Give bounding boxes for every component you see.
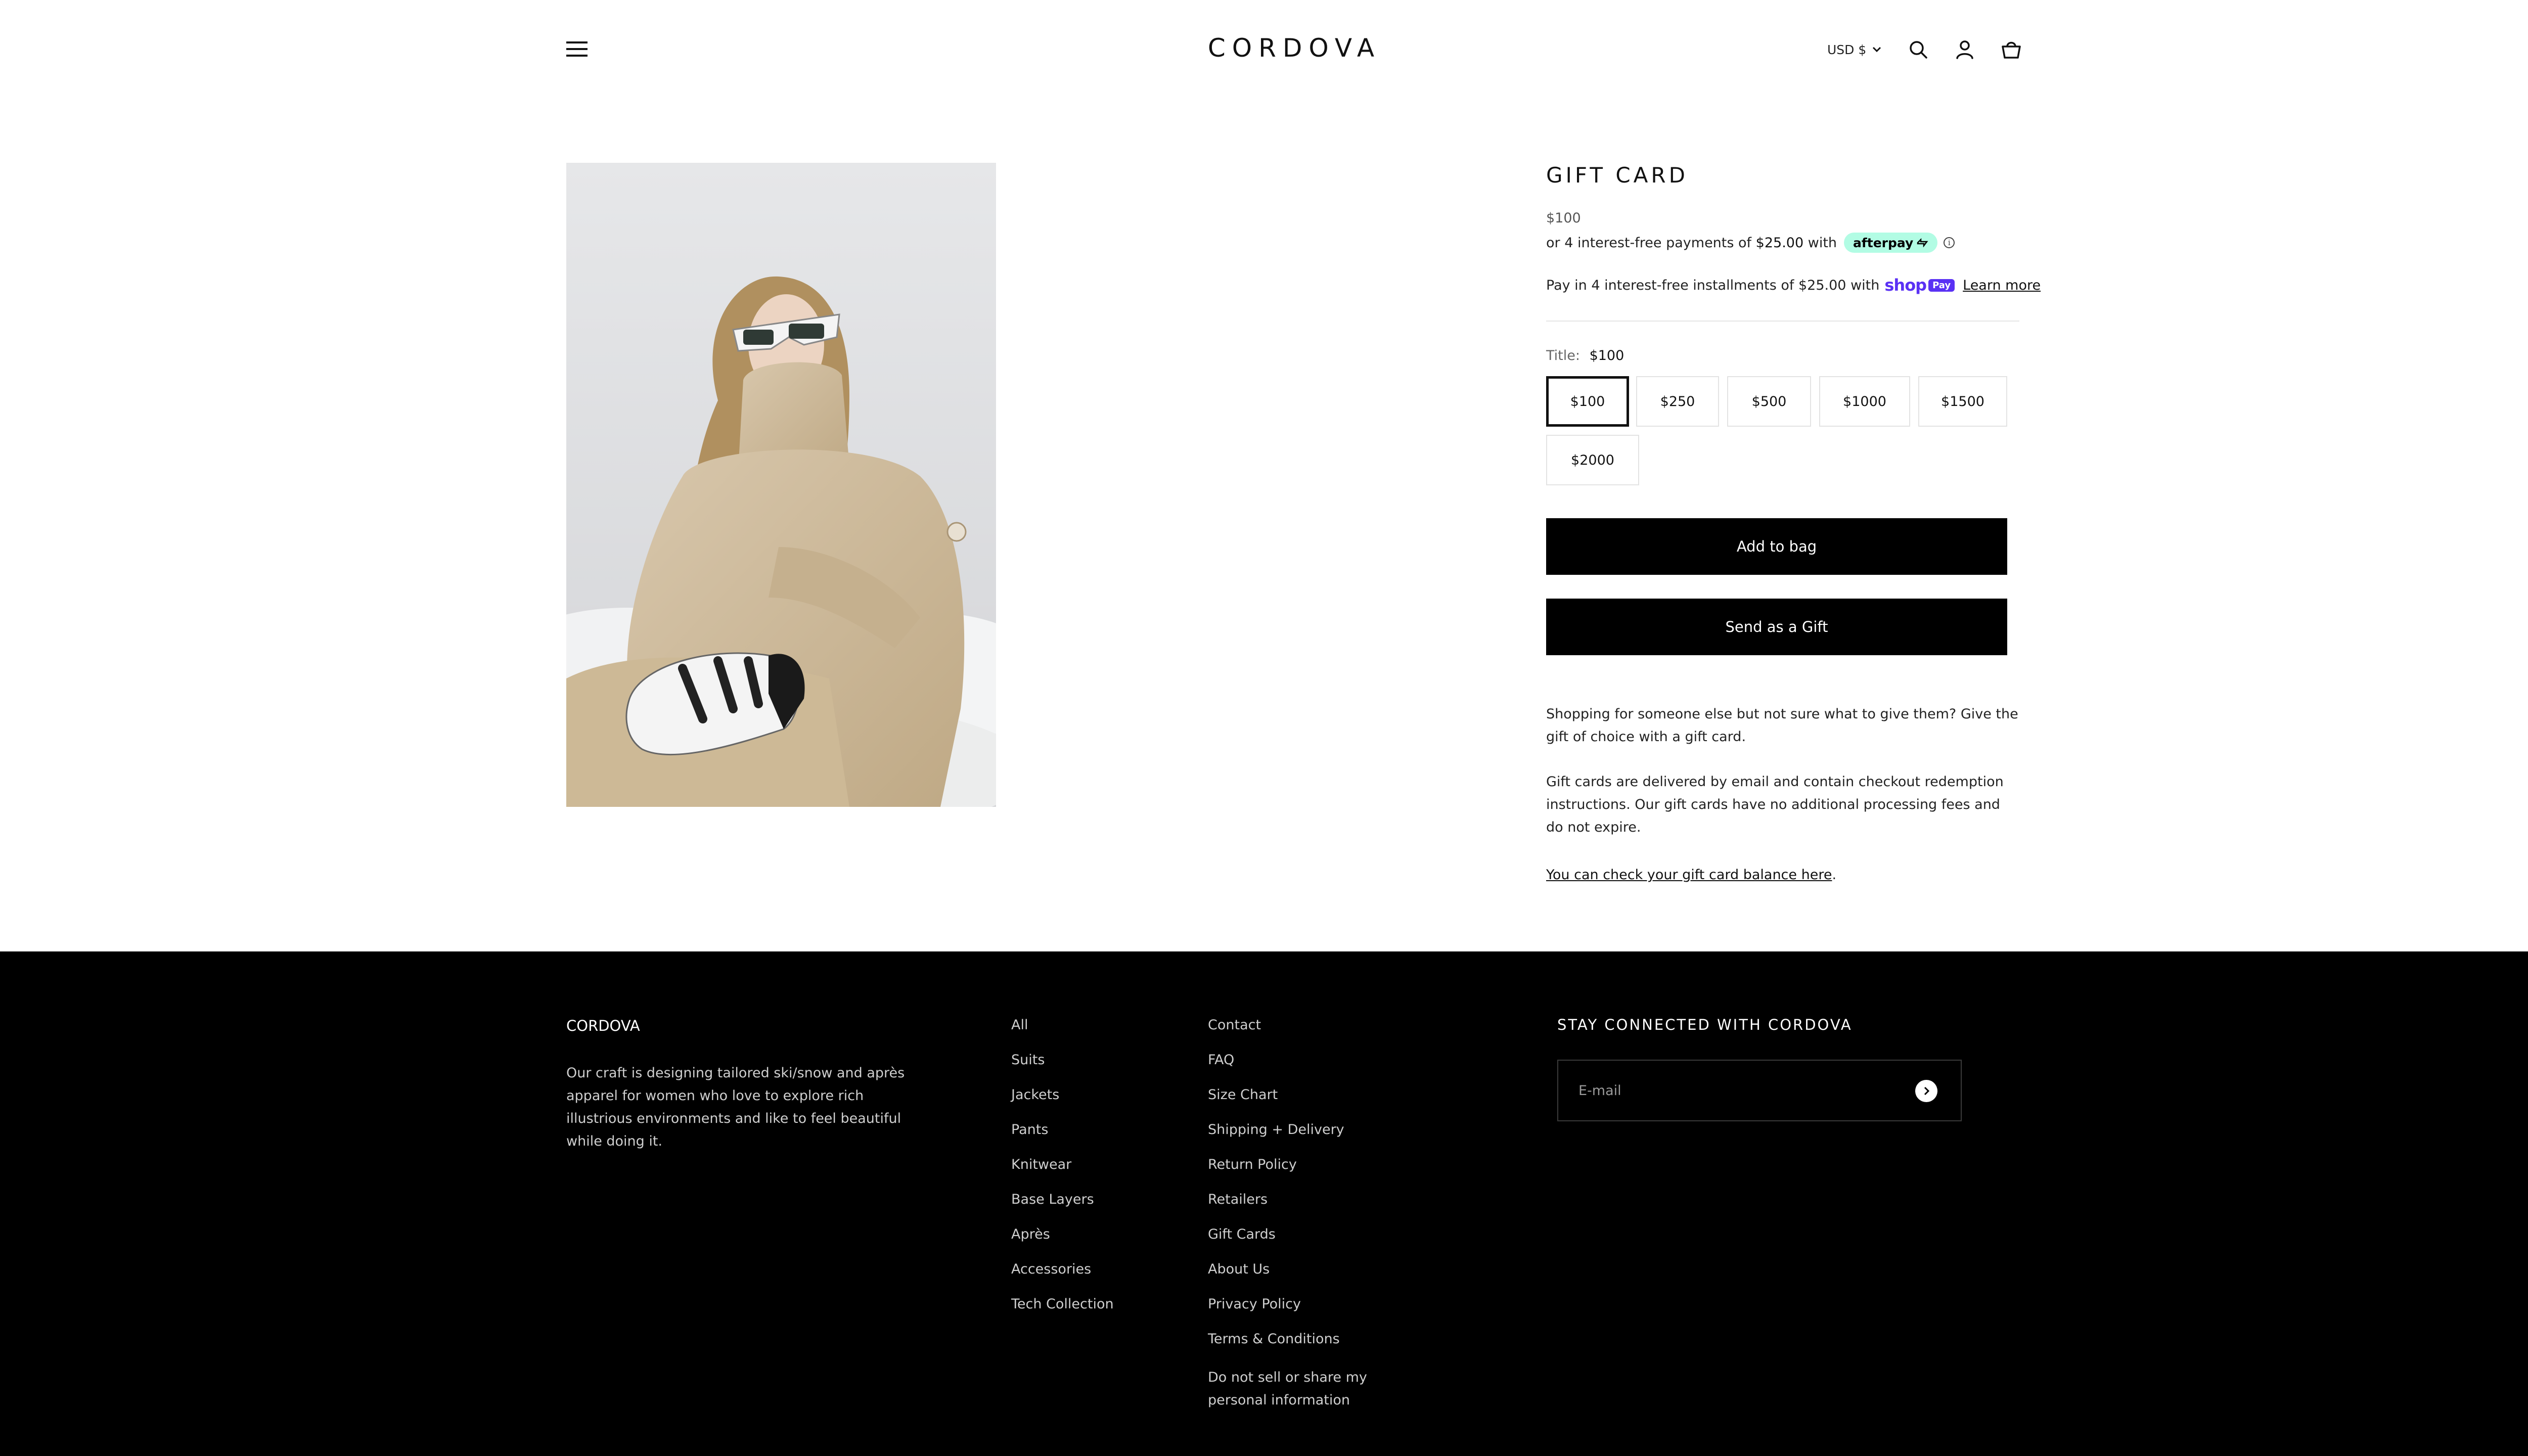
footer-link-all[interactable]: All xyxy=(1011,1017,1114,1052)
footer-link-jackets[interactable]: Jackets xyxy=(1011,1087,1114,1122)
variant-option-1500[interactable]: $1500 xyxy=(1918,376,2007,427)
menu-icon[interactable] xyxy=(566,41,589,57)
footer-link-knitwear[interactable]: Knitwear xyxy=(1011,1157,1114,1192)
currency-label: USD $ xyxy=(1827,42,1867,57)
product-image[interactable] xyxy=(566,163,996,807)
afterpay-arrows-icon xyxy=(1917,238,1928,247)
footer-link-terms[interactable]: Terms & Conditions xyxy=(1208,1331,1430,1366)
product-title: GIFT CARD xyxy=(1546,163,1688,188)
newsletter-email-input[interactable] xyxy=(1578,1061,1902,1120)
footer-brand: CORDOVA xyxy=(566,1017,640,1034)
variant-option-1000[interactable]: $1000 xyxy=(1819,376,1910,427)
shoppay-logo: shop xyxy=(1884,276,1927,295)
bag-icon[interactable] xyxy=(2000,38,2022,61)
footer-link-contact[interactable]: Contact xyxy=(1208,1017,1430,1052)
footer-link-pants[interactable]: Pants xyxy=(1011,1122,1114,1157)
variant-option-2000[interactable]: $2000 xyxy=(1546,435,1639,485)
footer-shop-links: All Suits Jackets Pants Knitwear Base La… xyxy=(1011,1017,1114,1331)
footer-link-about-us[interactable]: About Us xyxy=(1208,1261,1430,1296)
footer-link-apres[interactable]: Après xyxy=(1011,1226,1114,1261)
footer-link-tech-collection[interactable]: Tech Collection xyxy=(1011,1296,1114,1331)
description-paragraph-2: Gift cards are delivered by email and co… xyxy=(1546,774,2004,835)
footer-link-accessories[interactable]: Accessories xyxy=(1011,1261,1114,1296)
shoppay-pay-chip: Pay xyxy=(1928,279,1955,292)
afterpay-prefix: or 4 interest-free payments of xyxy=(1546,235,1752,251)
footer-link-gift-cards[interactable]: Gift Cards xyxy=(1208,1226,1430,1261)
search-icon[interactable] xyxy=(1907,38,1929,61)
afterpay-logo: afterpay xyxy=(1844,233,1938,253)
footer-link-return-policy[interactable]: Return Policy xyxy=(1208,1157,1430,1192)
site-logo[interactable]: CORDOVA xyxy=(1203,33,1385,63)
footer-about: Our craft is designing tailored ski/snow… xyxy=(566,1065,905,1149)
shoppay-text: Pay in 4 interest-free installments of xyxy=(1546,277,1794,293)
footer-link-do-not-sell[interactable]: Do not sell or share my personal informa… xyxy=(1208,1366,1430,1412)
afterpay-amount: $25.00 xyxy=(1755,235,1804,251)
variant-label-key: Title: xyxy=(1546,348,1580,363)
site-header: CORDOVA USD $ xyxy=(0,0,2528,101)
balance-suffix: . xyxy=(1832,867,1837,883)
footer-link-size-chart[interactable]: Size Chart xyxy=(1208,1087,1430,1122)
newsletter-submit-button[interactable] xyxy=(1915,1080,1937,1102)
afterpay-suffix: with xyxy=(1808,235,1837,251)
info-icon[interactable]: i xyxy=(1944,237,1955,248)
divider xyxy=(1546,321,2019,322)
footer-info-links: Contact FAQ Size Chart Shipping + Delive… xyxy=(1208,1017,1430,1412)
footer-link-privacy-policy[interactable]: Privacy Policy xyxy=(1208,1296,1430,1331)
arrow-right-icon xyxy=(1924,1086,1930,1096)
variant-option-100[interactable]: $100 xyxy=(1546,376,1629,427)
footer-link-retailers[interactable]: Retailers xyxy=(1208,1192,1430,1226)
currency-selector[interactable]: USD $ xyxy=(1827,40,1881,59)
variant-option-250[interactable]: $250 xyxy=(1636,376,1719,427)
afterpay-logo-text: afterpay xyxy=(1853,235,1914,250)
add-to-bag-button[interactable]: Add to bag xyxy=(1546,518,2007,575)
afterpay-message: or 4 interest-free payments of $25.00 wi… xyxy=(1546,232,1955,254)
gift-card-balance-link[interactable]: You can check your gift card balance her… xyxy=(1546,867,1832,883)
product-photo xyxy=(566,163,996,807)
account-icon[interactable] xyxy=(1954,38,1976,61)
footer-link-shipping[interactable]: Shipping + Delivery xyxy=(1208,1122,1430,1157)
newsletter-heading: STAY CONNECTED WITH CORDOVA xyxy=(1557,1016,1853,1033)
shoppay-message: Pay in 4 interest-free installments of $… xyxy=(1546,274,2041,296)
shoppay-with: with xyxy=(1850,277,1880,293)
variant-option-500[interactable]: $500 xyxy=(1727,376,1811,427)
variant-label: Title: $100 xyxy=(1546,348,1624,363)
shoppay-amount: $25.00 xyxy=(1798,277,1846,293)
variant-label-value: $100 xyxy=(1589,348,1624,363)
learn-more-link[interactable]: Learn more xyxy=(1963,278,2041,293)
product-price: $100 xyxy=(1546,210,1581,226)
footer-link-faq[interactable]: FAQ xyxy=(1208,1052,1430,1087)
description-paragraph-1: Shopping for someone else but not sure w… xyxy=(1546,706,2018,745)
site-footer: CORDOVA Our craft is designing tailored … xyxy=(0,951,2528,1456)
footer-link-base-layers[interactable]: Base Layers xyxy=(1011,1192,1114,1226)
chevron-down-icon xyxy=(1873,47,1881,53)
gift-card-balance: You can check your gift card balance her… xyxy=(1546,863,2021,886)
footer-link-suits[interactable]: Suits xyxy=(1011,1052,1114,1087)
send-as-gift-button[interactable]: Send as a Gift xyxy=(1546,599,2007,655)
newsletter-form xyxy=(1557,1060,1962,1121)
